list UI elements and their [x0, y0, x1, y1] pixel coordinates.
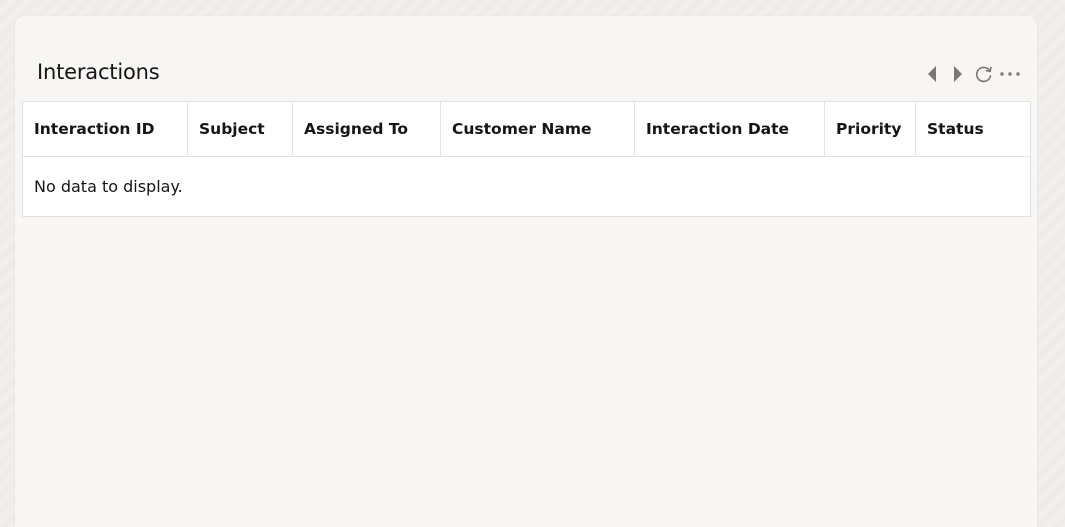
- next-button[interactable]: [945, 62, 971, 86]
- more-options-button[interactable]: [997, 62, 1023, 86]
- table-header-row: Interaction ID Subject Assigned To Custo…: [23, 102, 1030, 157]
- refresh-icon: [975, 66, 992, 83]
- previous-button[interactable]: [919, 62, 945, 86]
- card-title: Interactions: [37, 60, 160, 84]
- column-header-subject[interactable]: Subject: [188, 102, 293, 156]
- interactions-table: Interaction ID Subject Assigned To Custo…: [22, 101, 1031, 217]
- column-header-interaction-date[interactable]: Interaction Date: [635, 102, 825, 156]
- more-options-icon: [1000, 72, 1020, 76]
- empty-message: No data to display.: [34, 177, 183, 196]
- refresh-button[interactable]: [971, 62, 997, 86]
- column-header-priority[interactable]: Priority: [825, 102, 916, 156]
- column-header-customer-name[interactable]: Customer Name: [441, 102, 635, 156]
- column-header-status[interactable]: Status: [916, 102, 1030, 156]
- card-toolbar: [919, 62, 1023, 86]
- column-header-assigned-to[interactable]: Assigned To: [293, 102, 441, 156]
- previous-icon: [928, 66, 936, 82]
- interactions-card: Interactions: [15, 16, 1037, 527]
- next-icon: [954, 66, 962, 82]
- column-header-interaction-id[interactable]: Interaction ID: [23, 102, 188, 156]
